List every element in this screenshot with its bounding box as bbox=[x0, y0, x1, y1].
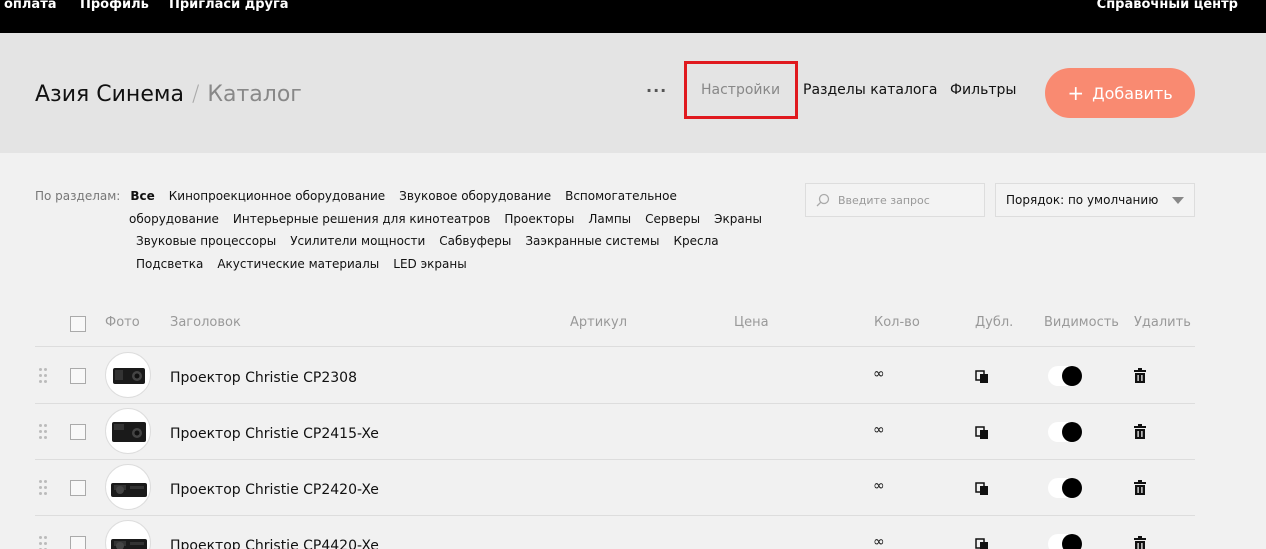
drag-handle-icon[interactable] bbox=[39, 480, 49, 496]
catalog-sections-link[interactable]: Разделы каталога bbox=[803, 82, 937, 98]
product-photo[interactable] bbox=[105, 352, 151, 398]
filter-subwoofers[interactable]: Сабвуферы bbox=[439, 234, 511, 248]
drag-handle-icon[interactable] bbox=[39, 536, 49, 549]
product-photo[interactable] bbox=[105, 408, 151, 454]
filter-sound-equipment[interactable]: Звуковое оборудование bbox=[399, 189, 551, 203]
nav-invite-friend[interactable]: Пригласи друга bbox=[169, 0, 289, 12]
settings-link[interactable]: Настройки bbox=[701, 82, 780, 98]
filter-auxiliary-cont[interactable]: оборудование bbox=[129, 212, 219, 226]
more-menu-icon[interactable]: ··· bbox=[646, 81, 667, 100]
filter-lighting[interactable]: Подсветка bbox=[136, 257, 203, 271]
nav-payment[interactable]: оплата bbox=[4, 0, 57, 12]
filter-power-amplifiers[interactable]: Усилители мощности bbox=[290, 234, 425, 248]
product-photo[interactable] bbox=[105, 464, 151, 510]
table-row[interactable]: Проектор Christie CP2308 ∞ bbox=[35, 348, 1195, 404]
row-checkbox[interactable] bbox=[70, 480, 86, 496]
row-checkbox[interactable] bbox=[70, 424, 86, 440]
sort-select[interactable]: Порядок: по умолчанию bbox=[995, 183, 1195, 217]
trash-icon[interactable] bbox=[1133, 536, 1147, 549]
col-duplicate: Дубл. bbox=[975, 315, 1014, 330]
visibility-toggle[interactable] bbox=[1048, 422, 1082, 442]
drag-handle-icon[interactable] bbox=[39, 424, 49, 440]
row-checkbox[interactable] bbox=[70, 368, 86, 384]
visibility-toggle[interactable] bbox=[1048, 478, 1082, 498]
sort-select-value: Порядок: по умолчанию bbox=[1006, 193, 1159, 207]
product-qty: ∞ bbox=[873, 366, 885, 382]
drag-handle-icon[interactable] bbox=[39, 368, 49, 384]
col-photo: Фото bbox=[105, 315, 140, 330]
col-price[interactable]: Цена bbox=[734, 315, 769, 330]
filter-lamps[interactable]: Лампы bbox=[588, 212, 631, 226]
table-row[interactable]: Проектор Christie CP4420-Xe ∞ bbox=[35, 516, 1195, 549]
row-checkbox[interactable] bbox=[70, 536, 86, 549]
filter-acoustic-materials[interactable]: Акустические материалы bbox=[217, 257, 379, 271]
page-header: Азия Синема / Каталог ··· Настройки Раздел… bbox=[0, 33, 1266, 153]
category-filters: По разделам: Все Кинопроекционное оборудов… bbox=[35, 185, 775, 275]
filter-sound-processors[interactable]: Звуковые процессоры bbox=[136, 234, 276, 248]
table-row[interactable]: Проектор Christie CP2420-Xe ∞ bbox=[35, 460, 1195, 516]
add-button-label: Добавить bbox=[1092, 83, 1173, 103]
trash-icon[interactable] bbox=[1133, 368, 1147, 384]
chevron-down-icon bbox=[1172, 197, 1184, 204]
search-icon bbox=[816, 193, 830, 207]
product-title[interactable]: Проектор Christie CP4420-Xe bbox=[170, 538, 379, 549]
product-photo[interactable] bbox=[105, 520, 151, 549]
select-all-checkbox[interactable] bbox=[70, 316, 86, 332]
nav-profile[interactable]: Профиль bbox=[80, 0, 149, 12]
trash-icon[interactable] bbox=[1133, 424, 1147, 440]
product-qty: ∞ bbox=[873, 422, 885, 438]
product-qty: ∞ bbox=[873, 478, 885, 494]
breadcrumb: Азия Синема / Каталог bbox=[35, 82, 302, 107]
col-title[interactable]: Заголовок bbox=[170, 315, 241, 330]
duplicate-icon[interactable] bbox=[975, 425, 989, 439]
filters-link[interactable]: Фильтры bbox=[950, 82, 1016, 98]
product-title[interactable]: Проектор Christie CP2420-Xe bbox=[170, 482, 379, 498]
col-visibility: Видимость bbox=[1044, 315, 1119, 330]
breadcrumb-separator: / bbox=[191, 82, 200, 107]
table-row[interactable]: Проектор Christie CP2415-Xe ∞ bbox=[35, 404, 1195, 460]
filters-label: По разделам: bbox=[35, 189, 121, 203]
filter-auxiliary[interactable]: Вспомогательное bbox=[565, 189, 677, 203]
filter-cinema-projection[interactable]: Кинопроекционное оборудование bbox=[169, 189, 385, 203]
breadcrumb-company[interactable]: Азия Синема bbox=[35, 82, 184, 107]
search-input[interactable] bbox=[838, 193, 978, 207]
col-sku[interactable]: Артикул bbox=[570, 315, 627, 330]
breadcrumb-current: Каталог bbox=[207, 82, 302, 107]
filter-seats[interactable]: Кресла bbox=[673, 234, 718, 248]
visibility-toggle[interactable] bbox=[1048, 534, 1082, 549]
col-delete: Удалить bbox=[1134, 315, 1191, 330]
filter-servers[interactable]: Серверы bbox=[645, 212, 700, 226]
top-nav-bar: оплата Профиль Пригласи друга Справочный… bbox=[0, 0, 1266, 33]
visibility-toggle[interactable] bbox=[1048, 366, 1082, 386]
product-qty: ∞ bbox=[873, 534, 885, 549]
nav-help-center[interactable]: Справочный центр bbox=[1097, 0, 1238, 12]
filter-screens[interactable]: Экраны bbox=[714, 212, 762, 226]
product-title[interactable]: Проектор Christie CP2308 bbox=[170, 370, 357, 386]
duplicate-icon[interactable] bbox=[975, 481, 989, 495]
table-header: Фото Заголовок Артикул Цена Кол-во Дубл.… bbox=[35, 297, 1195, 347]
filter-projectors[interactable]: Проекторы bbox=[504, 212, 574, 226]
add-button[interactable]: + Добавить bbox=[1045, 68, 1195, 118]
search-box[interactable] bbox=[805, 183, 985, 217]
product-title[interactable]: Проектор Christie CP2415-Xe bbox=[170, 426, 379, 442]
filter-all[interactable]: Все bbox=[130, 189, 154, 203]
col-qty[interactable]: Кол-во bbox=[874, 315, 920, 330]
filter-behind-screen[interactable]: Заэкранные системы bbox=[525, 234, 659, 248]
filter-interior-solutions[interactable]: Интерьерные решения для кинотеатров bbox=[233, 212, 490, 226]
duplicate-icon[interactable] bbox=[975, 369, 989, 383]
filter-led-screens[interactable]: LED экраны bbox=[393, 257, 466, 271]
trash-icon[interactable] bbox=[1133, 480, 1147, 496]
duplicate-icon[interactable] bbox=[975, 537, 989, 549]
plus-icon: + bbox=[1067, 81, 1085, 105]
